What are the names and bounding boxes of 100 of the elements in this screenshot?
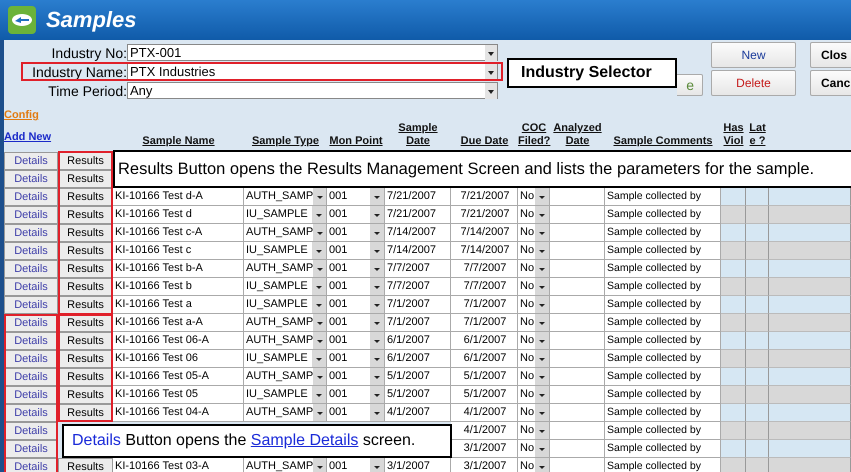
- column-header: Sample Comments: [612, 135, 714, 149]
- results-button[interactable]: Results: [58, 224, 113, 242]
- toolbar-button[interactable]: Delete: [711, 70, 796, 96]
- sample-details-link[interactable]: Sample Details: [250, 432, 358, 450]
- table-cell: [746, 422, 769, 440]
- dropdown-arrow-icon[interactable]: [535, 458, 549, 472]
- table-cell: 5/1/2007: [385, 368, 451, 386]
- dropdown-arrow-icon[interactable]: [313, 314, 326, 331]
- details-button[interactable]: Details: [4, 368, 58, 386]
- table-cell-text: No: [520, 207, 534, 222]
- dropdown-field[interactable]: Any: [127, 82, 498, 99]
- results-button[interactable]: Results: [58, 458, 113, 472]
- table-cell: Sample collected by: [605, 422, 721, 440]
- details-button[interactable]: Details: [4, 440, 58, 458]
- table-cell-text: 001: [329, 369, 348, 384]
- details-button[interactable]: Details: [4, 260, 58, 278]
- details-button[interactable]: Details: [4, 278, 58, 296]
- table-cell-text: 001: [329, 261, 348, 276]
- table-cell-text: No: [520, 405, 534, 420]
- details-button[interactable]: Details: [4, 188, 58, 206]
- field-label: Industry No:: [50, 44, 127, 60]
- details-button[interactable]: Details: [4, 242, 58, 260]
- dropdown-arrow-icon[interactable]: [313, 368, 326, 385]
- dropdown-arrow-icon[interactable]: [313, 458, 326, 472]
- details-button[interactable]: Details: [4, 296, 58, 314]
- table-cell: [721, 458, 746, 472]
- results-button[interactable]: Results: [58, 386, 113, 404]
- results-button[interactable]: Results: [58, 278, 113, 296]
- table-cell: [746, 278, 769, 296]
- table-cell-text: 001: [329, 279, 348, 294]
- table-cell: [721, 296, 746, 314]
- details-button[interactable]: Details: [4, 332, 58, 350]
- table-cell: 4/1/2007: [385, 404, 451, 422]
- dropdown-arrow-icon[interactable]: [313, 404, 326, 421]
- toolbar-button[interactable]: Clos: [810, 42, 851, 68]
- toolbar-button[interactable]: Canc: [810, 70, 851, 96]
- dropdown-arrow-icon[interactable]: [313, 188, 326, 205]
- details-button[interactable]: Details: [4, 206, 58, 224]
- table-cell-text: No: [520, 297, 534, 312]
- table-cell: Sample collected by: [605, 260, 721, 278]
- table-cell: 6/1/2007: [385, 350, 451, 368]
- details-link[interactable]: Details: [72, 432, 121, 450]
- details-button[interactable]: Details: [4, 152, 58, 170]
- callout-label: Results Button opens the Results Management Screen and lists the parameters for the sample.: [113, 150, 851, 188]
- table-cell: Sample collected by: [605, 350, 721, 368]
- table-cell: [721, 440, 746, 458]
- dropdown-arrow-icon[interactable]: [313, 260, 326, 277]
- field-label: Industry Name:: [31, 64, 127, 80]
- details-button[interactable]: Details: [4, 350, 58, 368]
- table-cell-text: 001: [329, 351, 348, 366]
- details-button[interactable]: Details: [4, 170, 58, 188]
- toolbar-button[interactable]: New: [711, 42, 796, 68]
- table-cell: [721, 404, 746, 422]
- table-cell: Sample collected by: [605, 278, 721, 296]
- details-button[interactable]: Details: [4, 458, 58, 472]
- table-cell: [721, 260, 746, 278]
- table-cell: [746, 404, 769, 422]
- table-cell: KI-10166 Test 06-A: [113, 332, 244, 350]
- table-cell: [721, 242, 746, 260]
- details-button[interactable]: Details: [4, 386, 58, 404]
- results-button[interactable]: Results: [58, 206, 113, 224]
- table-cell: 7/14/2007: [385, 242, 451, 260]
- table-cell-text: 001: [329, 333, 348, 348]
- table-cell: [721, 188, 746, 206]
- table-cell-text: No: [520, 387, 534, 402]
- results-button[interactable]: Results: [58, 332, 113, 350]
- results-button[interactable]: Results: [58, 260, 113, 278]
- dropdown-arrow-icon[interactable]: [313, 224, 326, 241]
- table-cell-text: AUTH_SAMP: [246, 333, 314, 348]
- table-cell: [746, 350, 769, 368]
- dropdown-arrow-icon[interactable]: [313, 332, 326, 349]
- table-cell-text: AUTH_SAMP: [246, 369, 314, 384]
- details-button[interactable]: Details: [4, 422, 58, 440]
- results-button[interactable]: Results: [58, 188, 113, 206]
- table-cell: [746, 332, 769, 350]
- table-cell: [721, 368, 746, 386]
- results-button[interactable]: Results: [58, 170, 113, 188]
- results-button[interactable]: Results: [58, 368, 113, 386]
- table-cell-text: No: [520, 243, 534, 258]
- toolbar-button[interactable]: e: [677, 74, 703, 96]
- table-cell: Sample collected by: [605, 206, 721, 224]
- results-button[interactable]: Results: [58, 242, 113, 260]
- table-cell: 7/14/2007: [451, 224, 518, 242]
- details-button[interactable]: Details: [4, 224, 58, 242]
- add-new-link[interactable]: Add New: [4, 131, 113, 143]
- field-label: Time Period:: [47, 82, 127, 98]
- table-cell-text: No: [520, 225, 534, 240]
- dropdown-field[interactable]: PTX-001: [127, 44, 498, 61]
- details-button[interactable]: Details: [4, 404, 58, 422]
- table-cell-text: No: [520, 423, 534, 438]
- table-cell-text: IU_SAMPLE: [246, 279, 308, 294]
- dropdown-arrow-icon[interactable]: [370, 458, 384, 472]
- table-cell: 7/21/2007: [451, 206, 518, 224]
- table-cell-text: No: [520, 459, 534, 472]
- table-cell: KI-10166 Test d: [113, 206, 244, 224]
- table-cell: 4/1/2007: [451, 422, 518, 440]
- results-button[interactable]: Results: [58, 350, 113, 368]
- table-cell: 7/7/2007: [451, 260, 518, 278]
- table-cell: Sample collected by: [605, 440, 721, 458]
- table-cell: 7/7/2007: [385, 260, 451, 278]
